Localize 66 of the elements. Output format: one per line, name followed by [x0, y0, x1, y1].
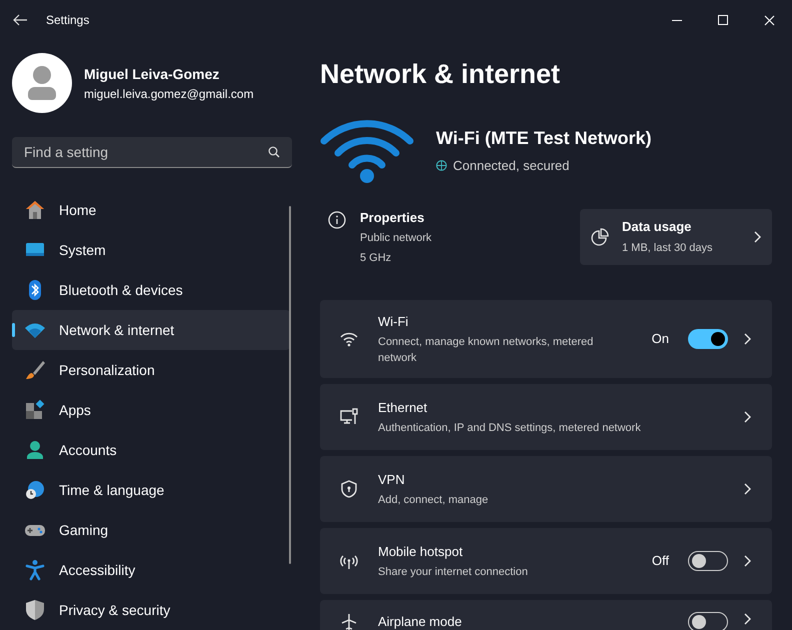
chevron-icon [742, 612, 752, 626]
row-description: Share your internet connection [378, 564, 529, 580]
page-title: Network & internet [320, 58, 562, 91]
network-name: Wi-Fi (MTE Test Network) [436, 126, 652, 150]
toggle-state: On [652, 330, 669, 348]
back-arrow-icon[interactable] [13, 14, 27, 26]
sidebar-item[interactable]: Bluetooth & devices [12, 270, 290, 310]
chevron-icon [742, 482, 752, 496]
row-description: Connect, manage known networks, metered network [378, 334, 594, 366]
property-value: 5 GHz [360, 250, 392, 266]
search-icon [268, 146, 280, 158]
row-description: Authentication, IP and DNS settings, metered network [378, 420, 642, 436]
sidebar-item[interactable]: Gaming [12, 510, 290, 550]
user-name: Miguel Leiva-Gomez [84, 65, 220, 84]
sidebar-item[interactable]: Accounts [12, 430, 290, 470]
row-title: Ethernet [378, 399, 428, 418]
window-title: Settings [46, 12, 90, 28]
pie-chart-icon [590, 226, 610, 247]
user-email: miguel.leiva.gomez@gmail.com [84, 86, 254, 102]
toggle-switch[interactable] [688, 329, 728, 349]
data-usage-title: Data usage [622, 218, 692, 236]
sidebar-item[interactable]: Privacy & security [12, 590, 290, 630]
chevron-icon [752, 230, 762, 244]
sidebar-item[interactable]: System [12, 230, 290, 270]
sidebar-item[interactable]: Accessibility [12, 550, 290, 590]
property-value: Public network [360, 231, 432, 246]
sidebar-item[interactable]: Network & internet [12, 310, 290, 350]
info-icon [328, 210, 346, 228]
house-icon [24, 199, 46, 221]
sidebar-item[interactable]: Personalization [12, 350, 290, 390]
connection-status: Connected, secured [453, 156, 570, 175]
ethernet-icon [339, 407, 359, 427]
row-title: Wi-Fi [378, 313, 410, 332]
properties-title: Properties [360, 208, 426, 227]
setting-row[interactable]: Ethernet Authentication, IP and DNS settings, metered network [320, 384, 772, 450]
chevron-icon [742, 410, 752, 424]
row-title: Airplane mode [378, 613, 463, 630]
shield-icon [339, 479, 359, 499]
chevron-icon [742, 554, 752, 568]
sidebar-item[interactable]: Apps [12, 390, 290, 430]
close-icon [764, 14, 774, 26]
row-description: Add, connect, manage [378, 492, 490, 508]
toggle-switch[interactable] [688, 612, 728, 630]
setting-row[interactable]: Airplane mode [320, 600, 772, 630]
airplane-icon [339, 612, 359, 630]
apps-icon [24, 399, 46, 421]
sidebar-item[interactable]: Time & language [12, 470, 290, 510]
paintbrush-icon [24, 359, 46, 381]
shield-icon [24, 599, 46, 621]
search-input[interactable]: Find a setting [24, 142, 268, 162]
toggle-switch[interactable] [688, 551, 728, 571]
setting-row[interactable]: Wi-Fi Connect, manage known networks, metered network On [320, 300, 772, 378]
search-field[interactable]: Find a setting [12, 137, 292, 168]
toggle-state: Off [652, 552, 669, 570]
setting-row[interactable]: VPN Add, connect, manage [320, 456, 772, 522]
person-icon [24, 439, 46, 461]
setting-row[interactable]: Mobile hotspot Share your internet connection Off [320, 528, 772, 594]
data-usage-detail: 1 MB, last 30 days [622, 241, 714, 256]
globe-clock-icon [24, 479, 46, 501]
accessibility-icon [24, 559, 46, 581]
chevron-icon [742, 332, 752, 346]
row-title: Mobile hotspot [378, 543, 464, 562]
sidebar-item[interactable]: Home [12, 190, 290, 230]
globe-icon [436, 160, 447, 171]
row-title: VPN [378, 471, 406, 490]
data-usage-card[interactable]: Data usage 1 MB, last 30 days [580, 208, 772, 265]
